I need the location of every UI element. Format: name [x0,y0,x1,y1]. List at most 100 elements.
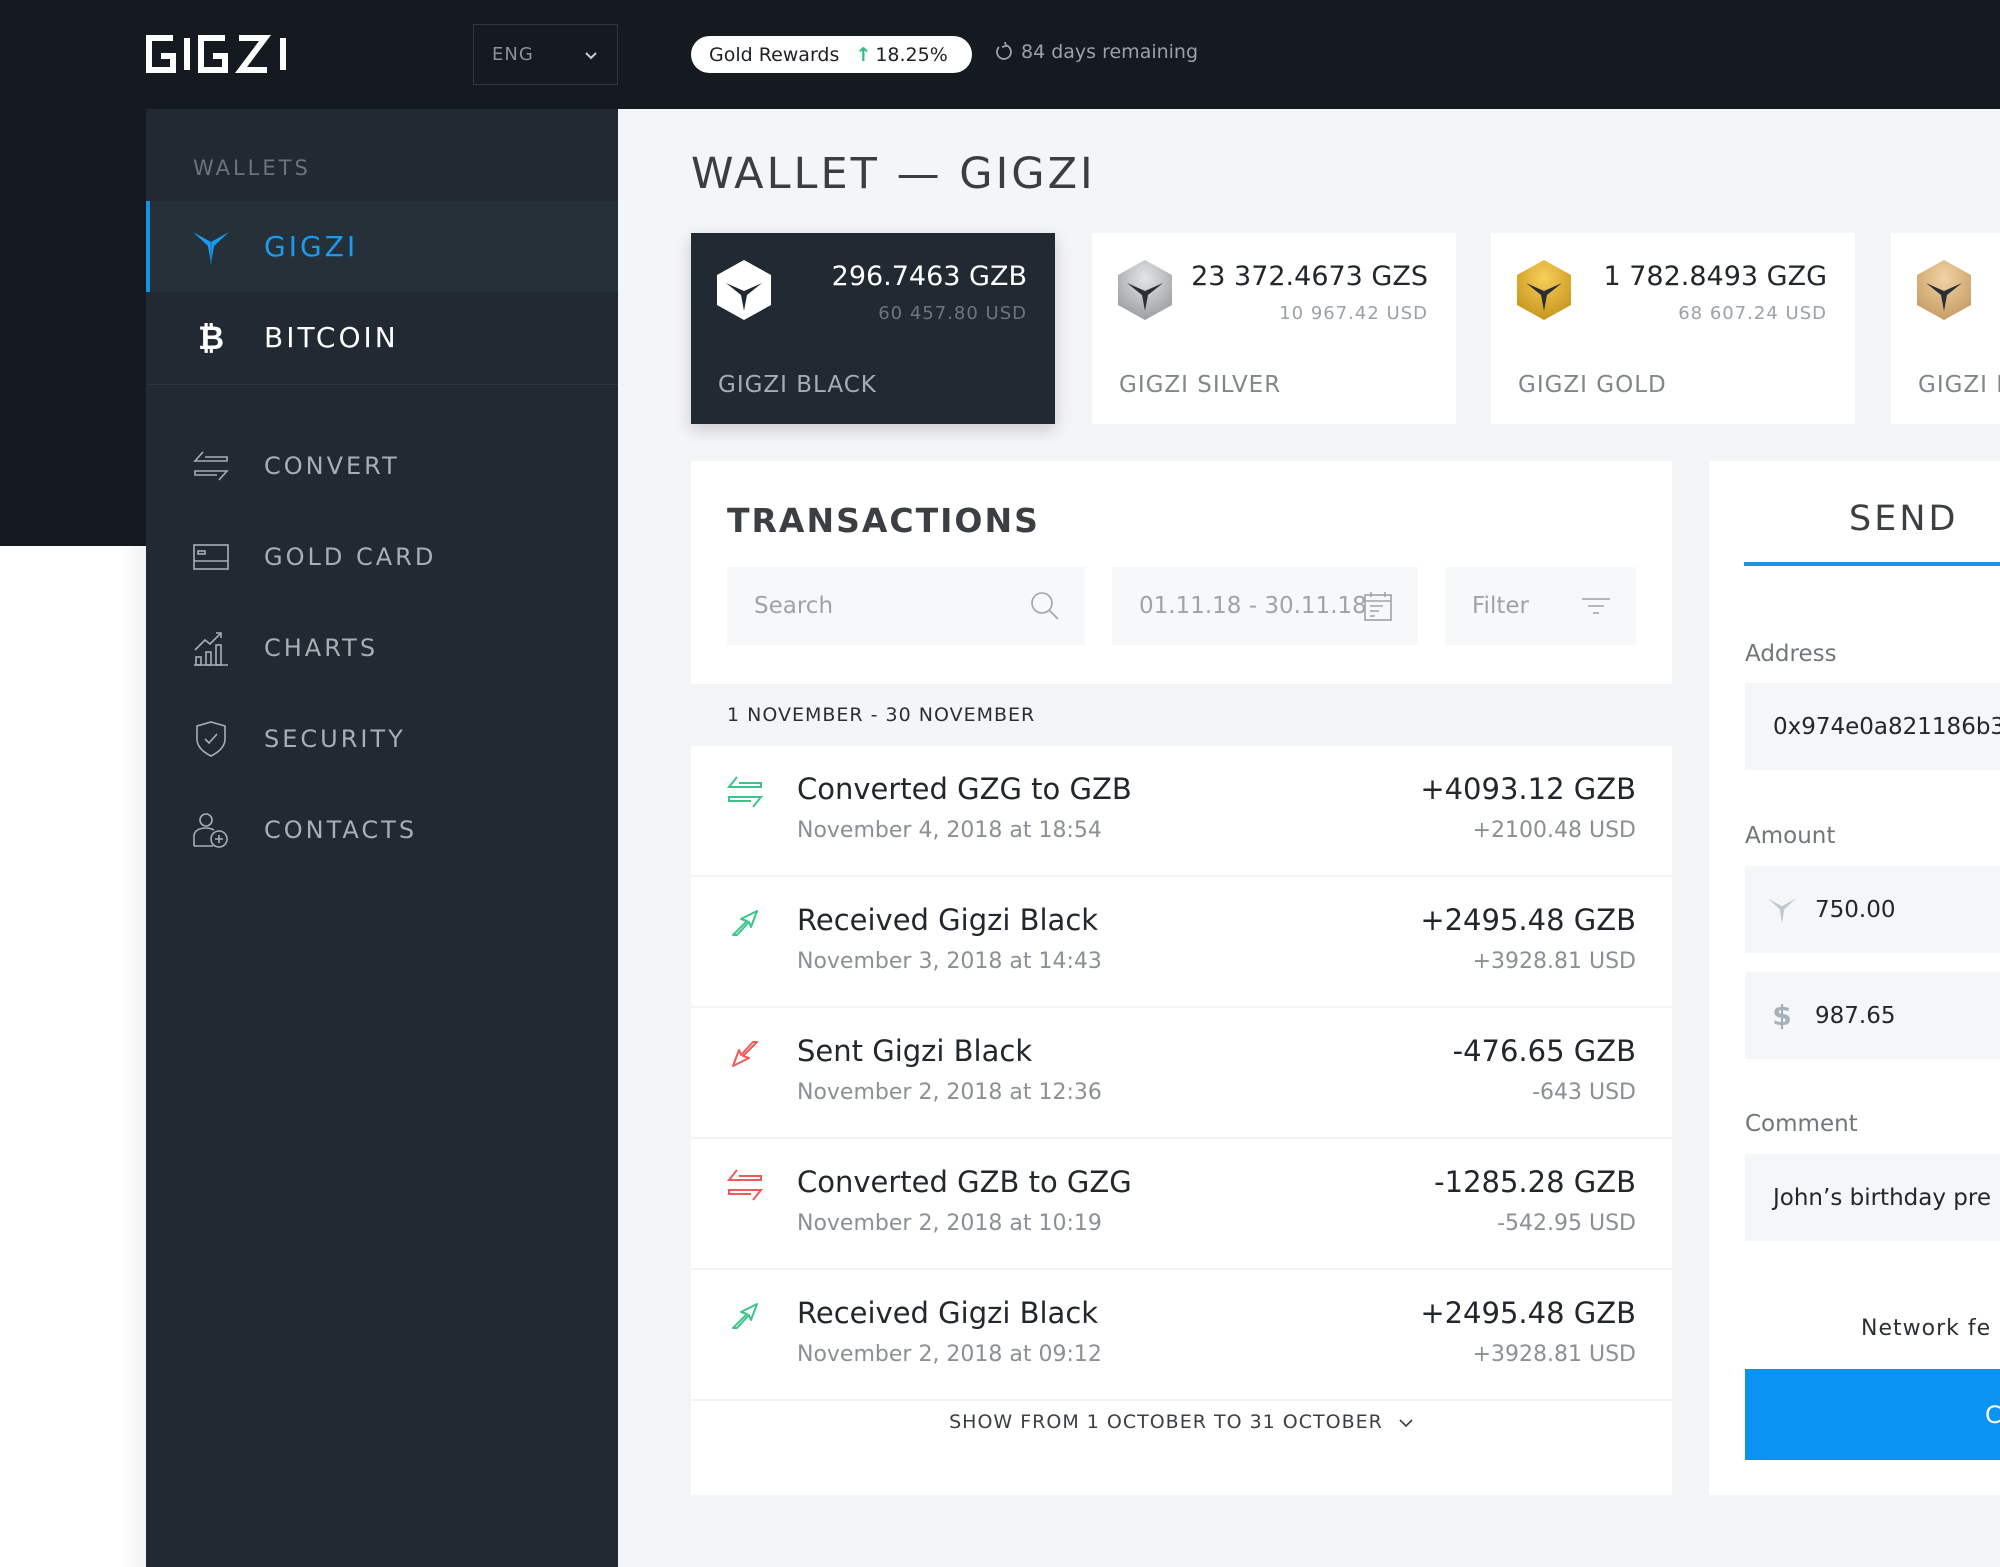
address-input[interactable]: 0x974e0a821186b3e [1745,683,2000,770]
chevron-down-icon [1399,1418,1413,1427]
sidebar-item-gigzi[interactable]: GIGZI [146,201,618,292]
background-block [0,109,146,546]
sidebar-item-label: GOLD CARD [264,542,437,571]
bitcoin-icon: ₿ [197,318,225,357]
wallet-usd: 68 607.24 USD [1678,303,1827,324]
transaction-row[interactable]: Converted GZG to GZB November 4, 2018 at… [691,746,1672,877]
language-value: ENG [492,44,534,65]
language-select[interactable]: ENG [473,24,618,85]
gigzi-gold-coin-icon [1517,260,1571,320]
wallet-usd: 60 457.80 USD [878,303,1027,324]
filter-button[interactable]: Filter [1445,567,1636,645]
transaction-usd: +2100.48 USD [1472,818,1636,843]
gigzi-silver-coin-icon [1118,260,1172,320]
calendar-icon [1364,592,1392,621]
comment-label: Comment [1745,1111,1858,1137]
shield-icon [191,719,231,759]
sidebar-item-bitcoin[interactable]: ₿ BITCOIN [146,292,618,383]
transaction-row[interactable]: Received Gigzi Black November 3, 2018 at… [691,877,1672,1008]
submit-label: C [1985,1400,2000,1429]
gigzi-black-coin-icon [717,260,771,320]
show-more-label: SHOW FROM 1 OCTOBER TO 31 OCTOBER [949,1411,1383,1433]
amount-usd-value: 987.65 [1815,1002,1896,1029]
filter-label: Filter [1472,593,1529,619]
sidebar-item-contacts[interactable]: CONTACTS [146,784,618,875]
wallet-amount: 296.7463 GZB [831,261,1027,292]
remaining-text: 84 days remaining [1021,41,1199,63]
transaction-row[interactable]: Received Gigzi Black November 2, 2018 at… [691,1270,1672,1401]
comment-input[interactable]: John’s birthday pre [1745,1154,2000,1241]
transactions-group-header: 1 NOVEMBER - 30 NOVEMBER [691,684,1672,746]
sidebar: WALLETS GIGZI ₿ BITCOIN CONVERT GOLD CAR… [146,109,618,1567]
sidebar-item-security[interactable]: SECURITY [146,693,618,784]
rewards-label: Gold Rewards [709,43,840,66]
transaction-date: November 2, 2018 at 10:19 [797,1211,1102,1236]
sidebar-item-label: SECURITY [264,724,406,753]
sidebar-item-charts[interactable]: CHARTS [146,602,618,693]
wallet-name: GIGZI SILVER [1119,372,1282,398]
filter-icon [1582,598,1610,614]
transaction-usd: +3928.81 USD [1472,949,1636,974]
wallet-card-gigzi-gold[interactable]: 1 782.8493 GZG 68 607.24 USD GIGZI GOLD [1491,233,1855,424]
amount-label: Amount [1745,823,1836,849]
transactions-panel: TRANSACTIONS Search 01.11.18 - 30.11.18 … [691,461,1672,1495]
chevron-down-icon [585,52,597,60]
chart-icon [191,628,231,668]
main-content: WALLET — GIGZI 296.7463 GZB 60 457.80 US… [618,109,2000,1567]
tab-send[interactable]: SEND [1849,499,1958,539]
sent-arrow-icon [732,1041,758,1067]
sidebar-shadow [120,546,146,1567]
sidebar-item-label: CONTACTS [264,815,418,844]
rewards-change: 18.25% [875,43,948,66]
arrow-up-icon: ↑ [855,43,872,66]
wallet-name: GIGZI F [1918,372,2000,398]
refresh-icon [996,42,1012,60]
convert-icon [727,776,763,808]
transaction-date: November 3, 2018 at 14:43 [797,949,1102,974]
rewards-remaining: 84 days remaining [993,41,1198,63]
address-value: 0x974e0a821186b3e [1773,713,2000,740]
comment-value: John’s birthday pre [1773,1184,1991,1211]
sidebar-item-label: GIGZI [264,230,359,263]
network-fee-label: Network fe [1861,1316,1992,1341]
transaction-amount: -476.65 GZB [1452,1034,1636,1068]
active-tab-indicator [1744,562,2000,566]
gigzi-icon [1765,896,1799,924]
date-range-picker[interactable]: 01.11.18 - 30.11.18 [1112,567,1418,645]
transaction-title: Received Gigzi Black [797,903,1099,937]
gold-rewards-badge[interactable]: Gold Rewards ↑ 18.25% [691,36,972,73]
transaction-date: November 4, 2018 at 18:54 [797,818,1102,843]
received-arrow-icon [732,910,758,936]
wallet-usd: 10 967.42 USD [1279,303,1428,324]
search-input[interactable]: Search [727,567,1085,645]
transaction-usd: -542.95 USD [1497,1211,1636,1236]
transaction-row[interactable]: Converted GZB to GZG November 2, 2018 at… [691,1139,1672,1270]
page-title: WALLET — GIGZI [691,149,1096,199]
wallet-amount: 1 782.8493 GZG [1603,261,1827,292]
transaction-row[interactable]: Sent Gigzi Black November 2, 2018 at 12:… [691,1008,1672,1139]
show-more-button[interactable]: SHOW FROM 1 OCTOBER TO 31 OCTOBER [691,1411,1672,1433]
sidebar-item-convert[interactable]: CONVERT [146,420,618,511]
card-icon [191,537,231,577]
transaction-amount: +2495.48 GZB [1420,903,1636,937]
transaction-amount: +4093.12 GZB [1420,772,1636,806]
gigzi-logo[interactable] [145,34,305,74]
wallet-card-gigzi-silver[interactable]: 23 372.4673 GZS 10 967.42 USD GIGZI SILV… [1092,233,1456,424]
top-bar: ENG Gold Rewards ↑ 18.25% 84 days remain… [0,0,2000,109]
amount-gzb-value: 750.00 [1815,896,1896,923]
submit-send-button[interactable]: C [1745,1369,2000,1460]
wallet-card-gigzi-black[interactable]: 296.7463 GZB 60 457.80 USD GIGZI BLACK [691,233,1055,424]
wallet-amount: 23 372.4673 GZS [1191,261,1428,292]
wallets-section-label: WALLETS [193,156,311,180]
transaction-amount: -1285.28 GZB [1434,1165,1636,1199]
gigzi-icon [191,227,231,267]
send-panel: SEND Address 0x974e0a821186b3e Amount 75… [1709,461,2000,1495]
amount-usd-input[interactable]: $ 987.65 [1745,972,2000,1059]
convert-icon [191,446,231,486]
sidebar-item-label: CHARTS [264,633,379,662]
wallet-name: GIGZI GOLD [1518,372,1667,398]
wallet-card-gigzi-4[interactable]: GIGZI F [1891,233,2000,424]
amount-gzb-input[interactable]: 750.00 [1745,866,2000,953]
sidebar-item-gold-card[interactable]: GOLD CARD [146,511,618,602]
search-placeholder: Search [754,593,834,619]
